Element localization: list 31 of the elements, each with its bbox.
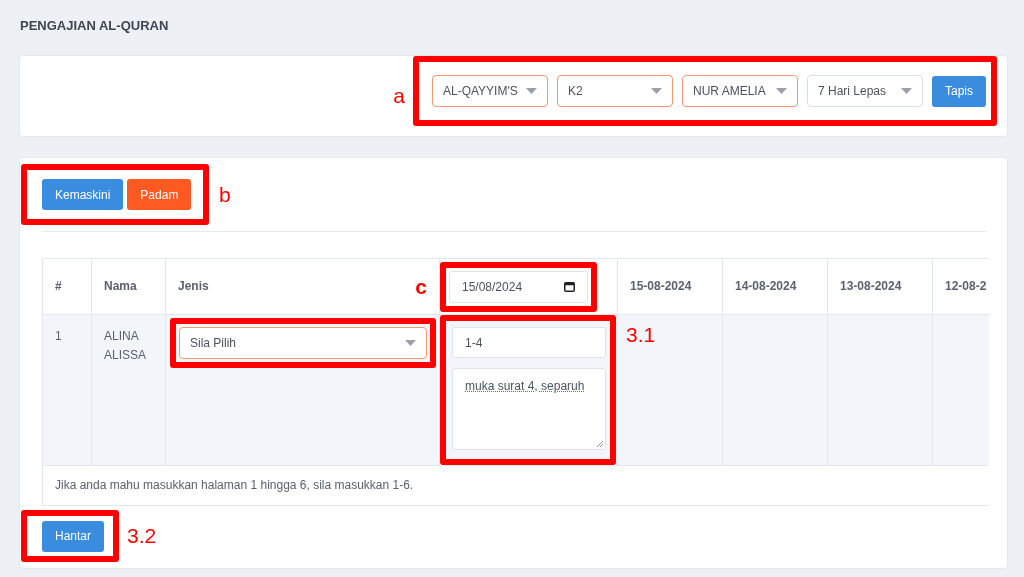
- column-header: 13-08-2024: [840, 278, 902, 295]
- type-select[interactable]: Sila Pilih: [179, 327, 427, 359]
- filter-select[interactable]: AL-QAYYIM'S: [432, 75, 548, 107]
- annotation-label: b: [219, 182, 231, 207]
- column-header: #: [55, 278, 62, 295]
- caret-icon: [776, 88, 787, 94]
- caret-icon: [405, 340, 416, 346]
- annotation-label: a: [393, 84, 405, 108]
- caret-icon: [526, 88, 537, 94]
- filter-select[interactable]: K2: [557, 75, 673, 107]
- column-header: Jenis: [178, 278, 209, 295]
- column-header: 14-08-2024: [735, 278, 797, 295]
- filter-select[interactable]: 7 Hari Lepas: [807, 75, 923, 107]
- date-field[interactable]: 15/08/2024: [449, 270, 588, 303]
- column-header: 12-08-2: [945, 278, 987, 295]
- annotation-label: c: [415, 274, 427, 299]
- caret-icon: [651, 88, 662, 94]
- note-field[interactable]: muka surat 4, separuh: [452, 368, 606, 450]
- filter-select[interactable]: NUR AMELIA: [682, 75, 798, 107]
- pages-field[interactable]: 1-4: [452, 327, 606, 358]
- annotation-label: 3.2: [127, 524, 157, 548]
- student-name: ALINA ALISSA: [104, 328, 148, 364]
- hint-text: Jika anda mahu masukkan halaman 1 hingga 6, sila masukkan 1-6.: [55, 477, 414, 494]
- calendar-icon: [564, 281, 575, 292]
- annotation-label: 3.1: [626, 323, 656, 346]
- page-title: PENGAJIAN AL-QURAN: [19, 18, 170, 35]
- table-cell-text: 1: [55, 328, 62, 345]
- column-header: 15-08-2024: [630, 278, 692, 295]
- caret-icon: [901, 88, 912, 94]
- column-header: Nama: [104, 278, 137, 295]
- resize-handle-icon: [596, 440, 603, 447]
